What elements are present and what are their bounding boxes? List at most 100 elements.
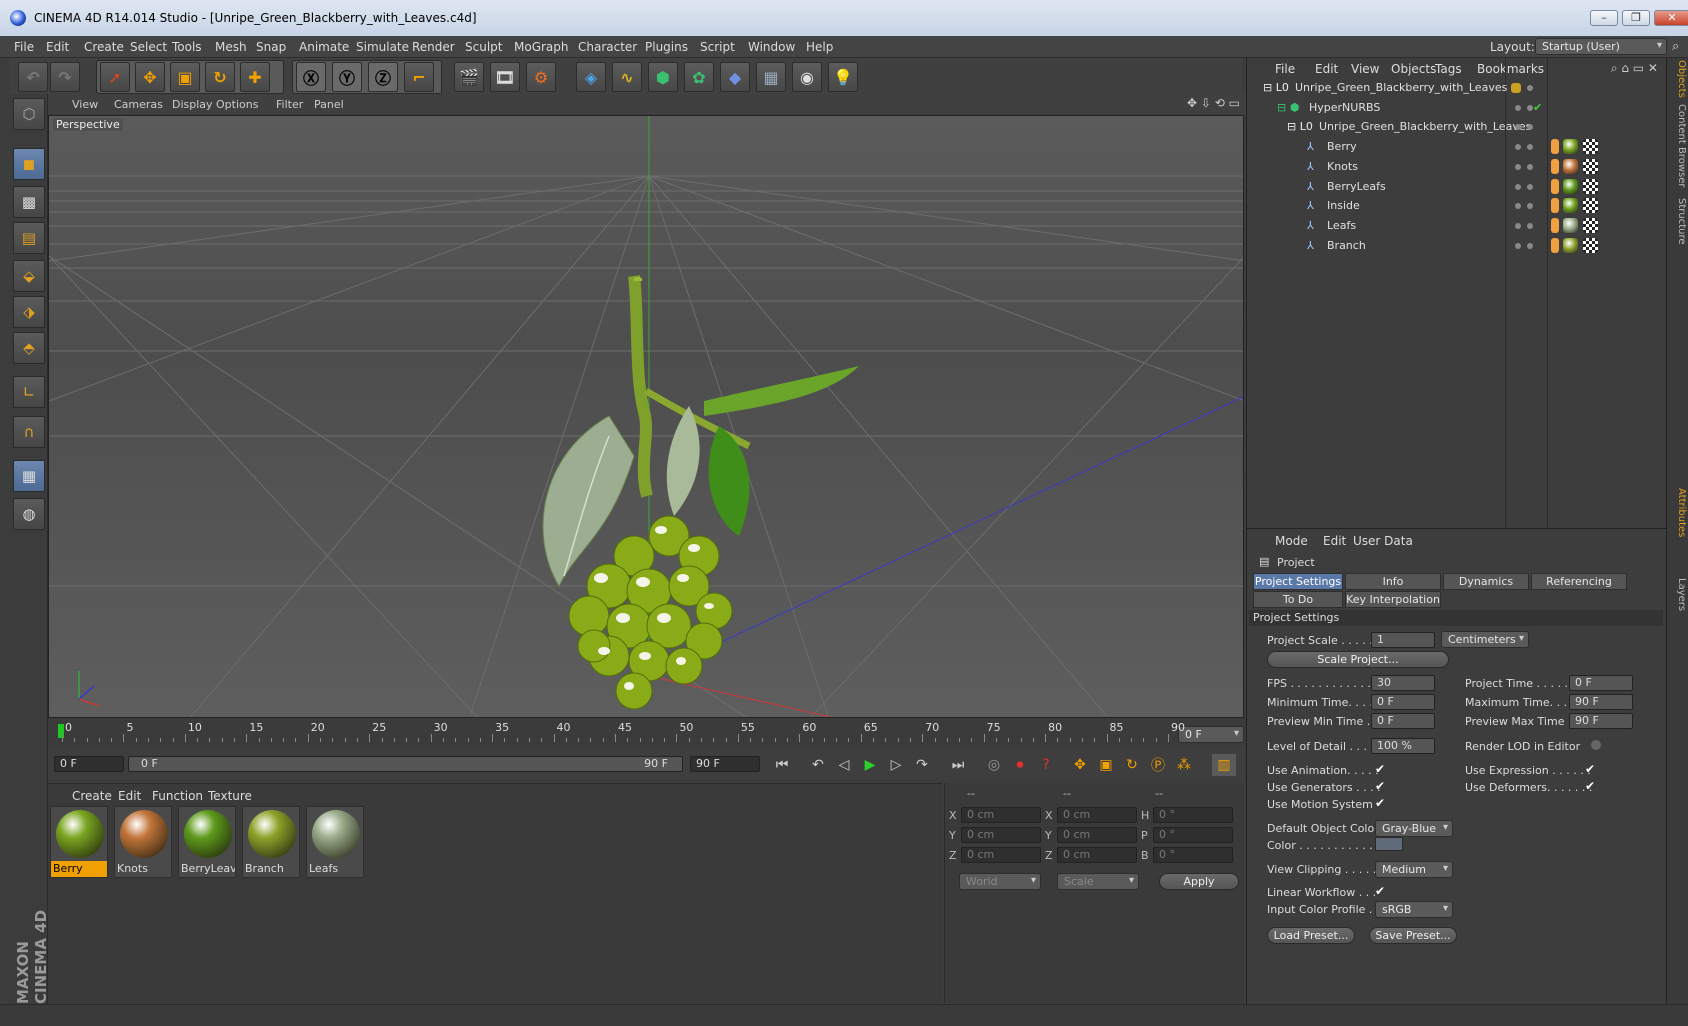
- use-motion-system-checkbox[interactable]: ✔: [1375, 797, 1387, 809]
- scale-icon[interactable]: ▣: [170, 62, 200, 92]
- preview-min-field[interactable]: 0 F: [1371, 713, 1435, 729]
- autokey-icon[interactable]: ?: [1034, 754, 1058, 776]
- add-object-icon[interactable]: ✚: [240, 62, 270, 92]
- material-swatch-berryleave[interactable]: BerryLeave: [178, 806, 236, 878]
- phong-tag-icon[interactable]: [1551, 237, 1559, 253]
- uvw-tag-icon[interactable]: [1583, 158, 1598, 174]
- model-mode-icon[interactable]: ◼: [13, 148, 45, 180]
- object-row[interactable]: ⅄ BerryLeafs: [1247, 177, 1667, 197]
- menu-character[interactable]: Character: [578, 40, 637, 54]
- coord-value-field[interactable]: 0 cm: [961, 827, 1041, 843]
- menu-file[interactable]: File: [14, 40, 34, 54]
- render-visibility-dot[interactable]: [1527, 144, 1533, 151]
- object-row[interactable]: ⊟ ⬢ HyperNURBS ✔: [1247, 98, 1667, 118]
- record-keys-icon[interactable]: ⏺: [1008, 754, 1032, 776]
- maximize-button[interactable]: ❐: [1622, 10, 1650, 26]
- workplane-icon[interactable]: ▤: [13, 222, 45, 254]
- key-parameter-icon[interactable]: Ⓟ: [1146, 754, 1170, 776]
- key-rotation-icon[interactable]: ↻: [1120, 754, 1144, 776]
- preview-max-field[interactable]: 90 F: [1569, 713, 1633, 729]
- render-visibility-dot[interactable]: [1527, 124, 1533, 131]
- editor-visibility-dot[interactable]: [1515, 183, 1521, 190]
- undo-icon[interactable]: ↶: [18, 62, 48, 92]
- prev-frame-icon[interactable]: ◁: [832, 754, 856, 776]
- phong-tag-icon[interactable]: [1551, 158, 1559, 174]
- key-scale-icon[interactable]: ▣: [1094, 754, 1118, 776]
- phong-tag-icon[interactable]: [1551, 139, 1559, 155]
- points-mode-icon[interactable]: ⬙: [13, 260, 45, 292]
- material-menu-function[interactable]: Function: [152, 789, 203, 803]
- texture-mode-icon[interactable]: ▩: [13, 186, 45, 218]
- object-row[interactable]: ⅄ Leafs: [1247, 216, 1667, 236]
- coord-value-field[interactable]: 0 cm: [961, 807, 1041, 823]
- perspective-viewport[interactable]: Perspective: [48, 115, 1244, 718]
- render-visibility-dot[interactable]: [1527, 222, 1533, 229]
- object-menu-view[interactable]: View: [1351, 62, 1379, 76]
- menu-sculpt[interactable]: Sculpt: [465, 40, 502, 54]
- material-tag-icon[interactable]: [1563, 198, 1578, 214]
- rotate-icon[interactable]: ↻: [205, 62, 235, 92]
- key-position-icon[interactable]: ✥: [1068, 754, 1092, 776]
- tab-key-interpolation[interactable]: Key Interpolation: [1345, 591, 1441, 608]
- x-axis-lock-icon[interactable]: Ⓧ: [296, 62, 326, 92]
- material-menu-create[interactable]: Create: [72, 789, 112, 803]
- menu-simulate[interactable]: Simulate: [356, 40, 409, 54]
- phong-tag-icon[interactable]: [1551, 198, 1559, 214]
- nurbs-icon[interactable]: ⬢: [648, 62, 678, 92]
- edges-mode-icon[interactable]: ⬗: [13, 296, 45, 328]
- menu-window[interactable]: Window: [748, 40, 795, 54]
- motion-record-icon[interactable]: ◎: [982, 754, 1006, 776]
- menu-mograph[interactable]: MoGraph: [514, 40, 569, 54]
- enabled-check-icon[interactable]: ✔: [1533, 101, 1542, 114]
- object-menu-bookmarks[interactable]: Bookmarks: [1477, 62, 1544, 76]
- go-to-start-icon[interactable]: ⏮: [770, 754, 794, 776]
- object-menu-edit[interactable]: Edit: [1315, 62, 1338, 76]
- menu-create[interactable]: Create: [84, 40, 124, 54]
- material-tag-icon[interactable]: [1563, 158, 1578, 174]
- uvw-tag-icon[interactable]: [1583, 139, 1598, 155]
- viewport-menu-display[interactable]: Display: [172, 98, 213, 111]
- menu-plugins[interactable]: Plugins: [645, 40, 688, 54]
- attribute-menu-mode[interactable]: Mode: [1275, 534, 1308, 548]
- close-button[interactable]: ✕: [1654, 10, 1688, 26]
- viewport-menu-filter[interactable]: Filter: [276, 98, 303, 111]
- polygons-mode-icon[interactable]: ⬘: [13, 332, 45, 364]
- snap-icon[interactable]: ∩: [13, 416, 45, 448]
- viewport-nav-icons[interactable]: ✥ ⇩ ⟲ ▭: [1187, 96, 1240, 110]
- coordinate-system-icon[interactable]: ⌐: [404, 62, 434, 92]
- editor-visibility-dot[interactable]: [1515, 242, 1521, 249]
- material-tag-icon[interactable]: [1563, 139, 1578, 155]
- uvw-tag-icon[interactable]: [1583, 198, 1598, 214]
- spline-icon[interactable]: ∿: [612, 62, 642, 92]
- object-menu-tags[interactable]: Tags: [1435, 62, 1462, 76]
- object-row[interactable]: ⊟ L0 Unripe_Green_Blackberry_with_Leaves: [1247, 117, 1667, 137]
- maximum-time-field[interactable]: 90 F: [1569, 694, 1633, 710]
- select-pointer-icon[interactable]: ➚: [100, 62, 130, 92]
- tab-to-do[interactable]: To Do: [1253, 591, 1343, 608]
- coordinate-mode-select[interactable]: Scale: [1057, 873, 1139, 890]
- save-preset-button[interactable]: Save Preset...: [1369, 927, 1457, 944]
- redo-icon[interactable]: ↷: [50, 62, 80, 92]
- coord-value-field[interactable]: 0 cm: [1057, 847, 1137, 863]
- editor-visibility-dot[interactable]: [1515, 144, 1521, 151]
- fps-field[interactable]: 30: [1371, 675, 1435, 691]
- make-editable-icon[interactable]: ⬡: [13, 98, 45, 130]
- level-of-detail-field[interactable]: 100 %: [1371, 738, 1435, 754]
- light-icon[interactable]: 💡: [828, 62, 858, 92]
- tab-info[interactable]: Info: [1345, 573, 1441, 590]
- coord-value-field[interactable]: 0 °: [1153, 847, 1233, 863]
- attribute-menu-user-data[interactable]: User Data: [1353, 534, 1413, 548]
- coord-value-field[interactable]: 0 cm: [1057, 807, 1137, 823]
- timeline-layout-icon[interactable]: ▥: [1212, 754, 1236, 776]
- menu-tools[interactable]: Tools: [172, 40, 202, 54]
- use-animation-checkbox[interactable]: ✔: [1375, 763, 1387, 775]
- render-visibility-dot[interactable]: [1527, 203, 1533, 210]
- timeline-ruler[interactable]: 0 F 0 5 10 15 20 25 30 35 40 45 50 55 60 65 70 75 80 85 90: [48, 718, 1246, 746]
- layer-swatch-icon[interactable]: [1511, 83, 1521, 93]
- object-search-icon[interactable]: ⌕ ⌂ ▭ ✕: [1611, 61, 1658, 76]
- object-row[interactable]: ⊟ L0 Unripe_Green_Blackberry_with_Leaves: [1247, 78, 1667, 98]
- object-row[interactable]: ⅄ Inside: [1247, 196, 1667, 216]
- material-menu-edit[interactable]: Edit: [118, 789, 141, 803]
- material-swatch-knots[interactable]: Knots: [114, 806, 172, 878]
- render-visibility-dot[interactable]: [1527, 242, 1533, 249]
